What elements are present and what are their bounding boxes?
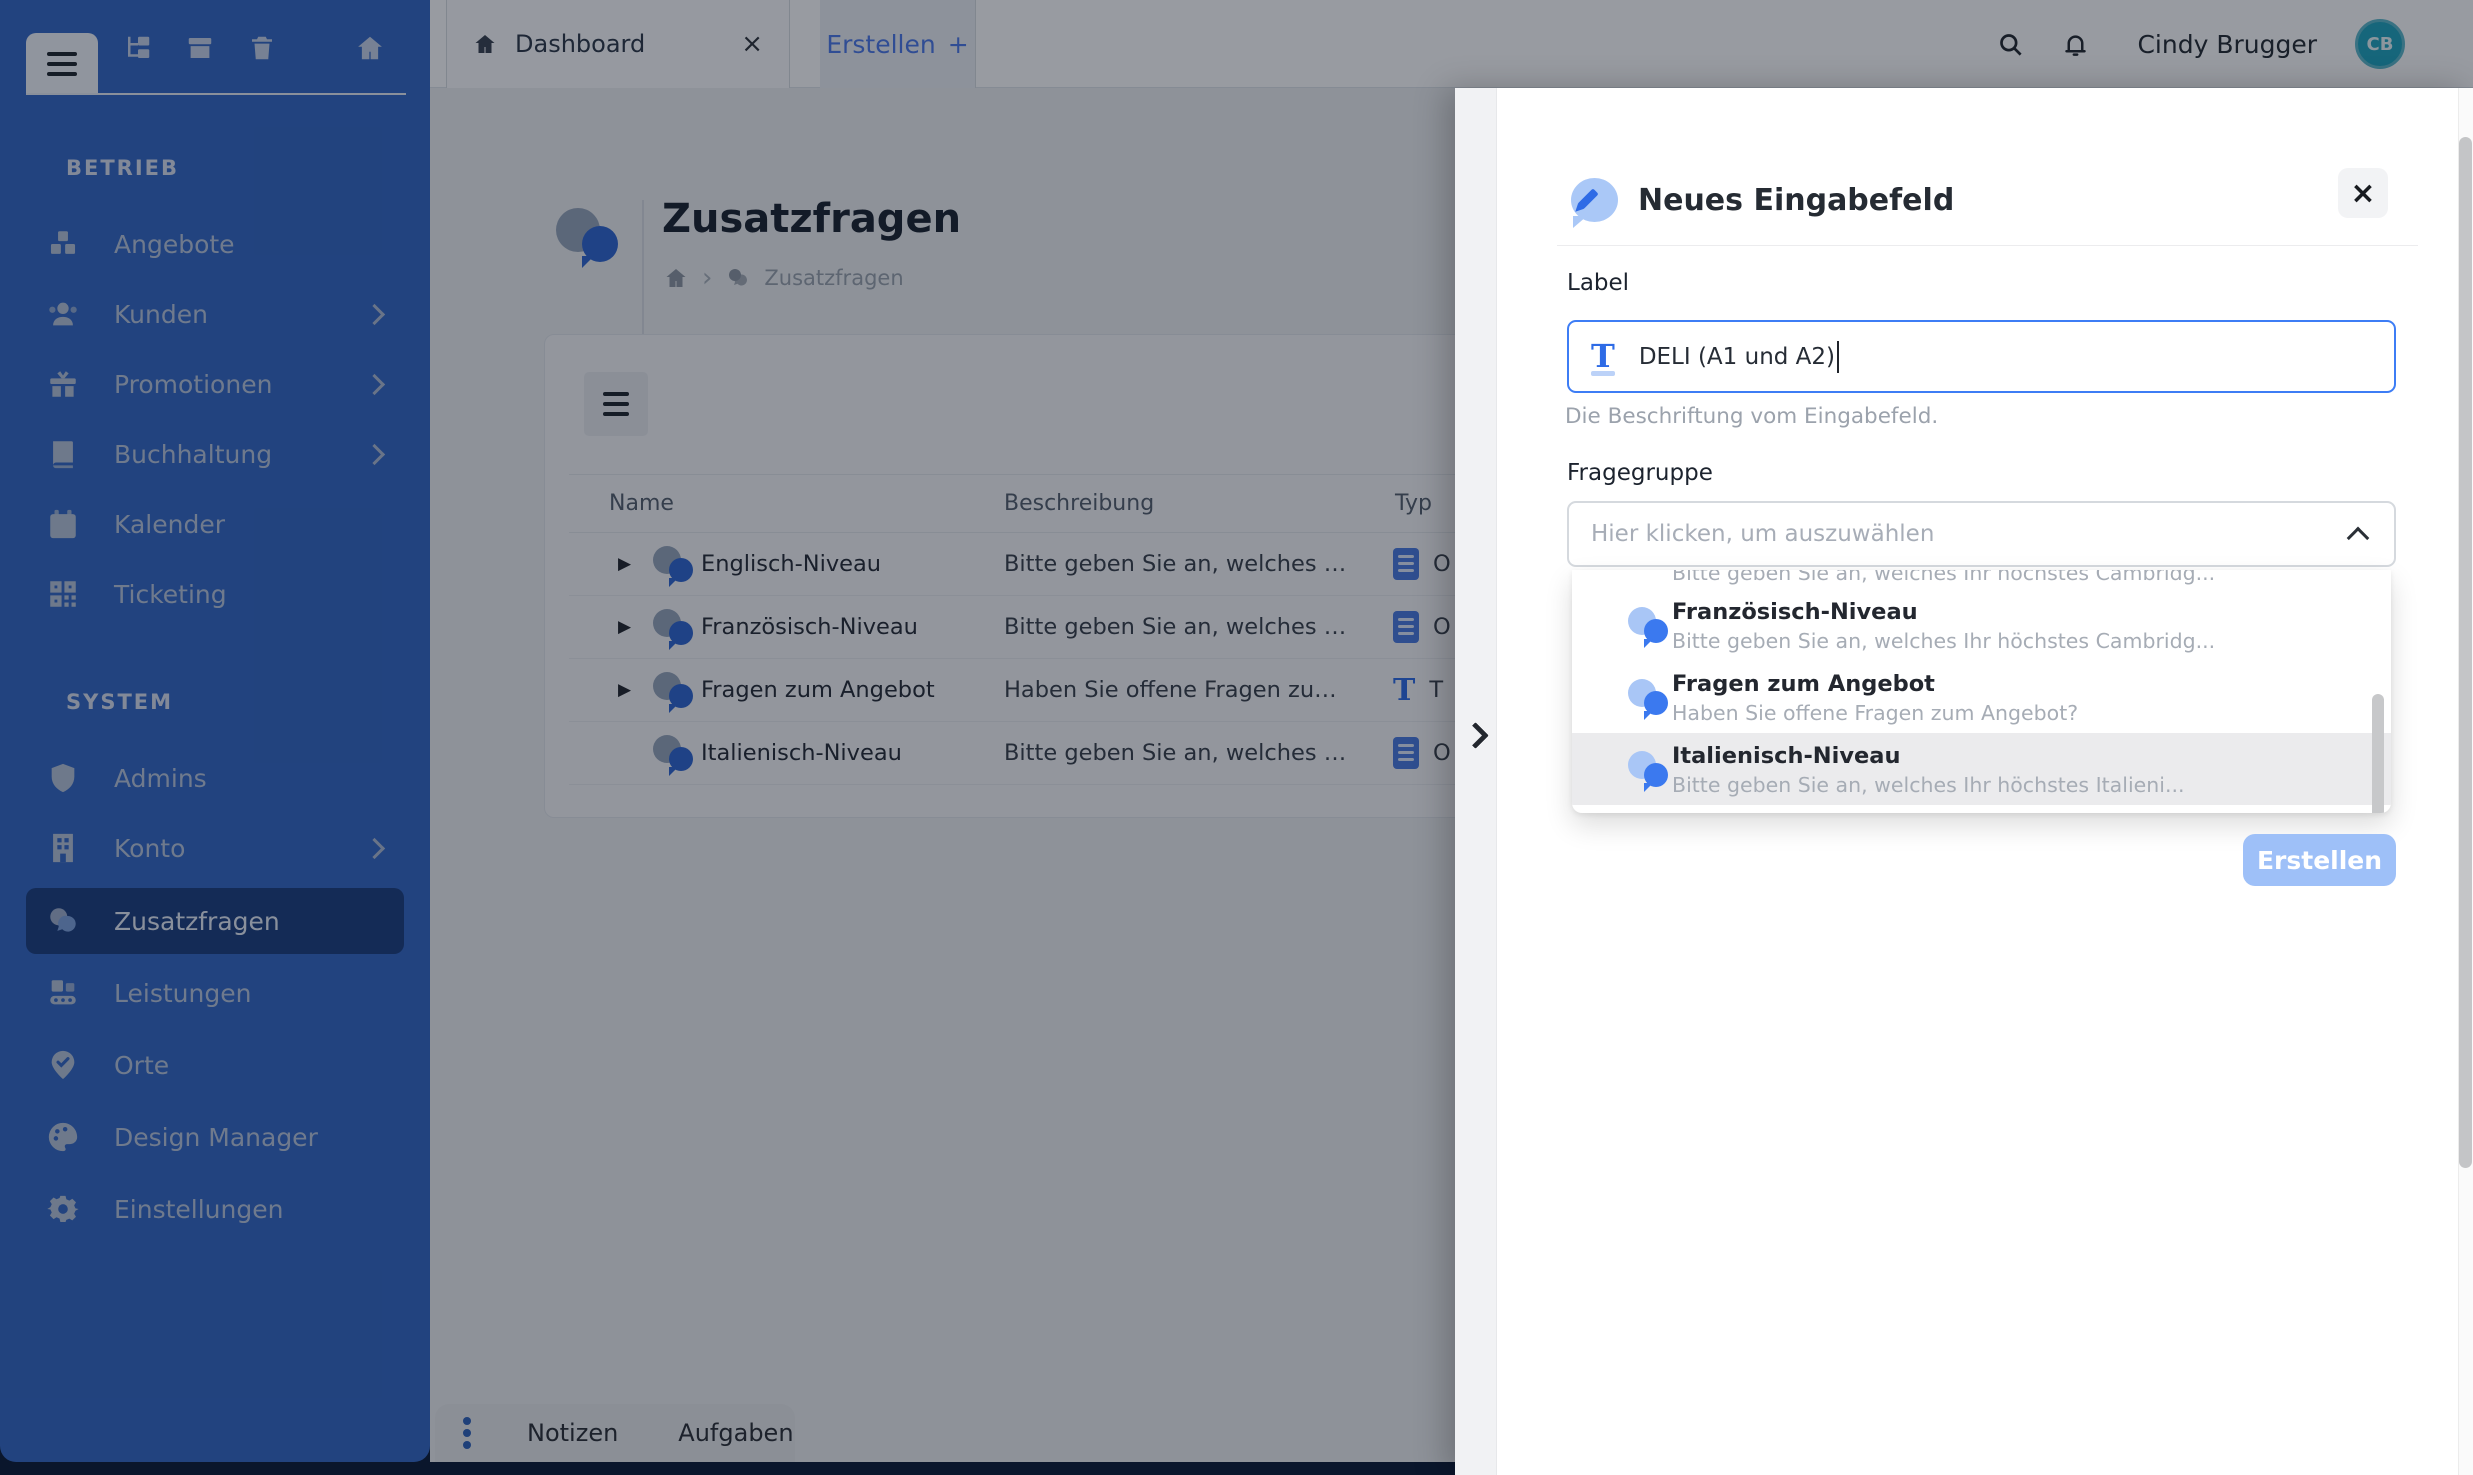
pencil-icon [1577, 188, 1599, 210]
text-type-icon: T [1591, 337, 1615, 375]
create-button[interactable]: Erstellen [2243, 834, 2396, 886]
option-title: Fragen zum Angebot [1672, 671, 1935, 697]
bubble-tail [1573, 216, 1587, 228]
chevron-up-icon [2346, 526, 2370, 550]
option-subtitle: Haben Sie offene Fragen zum Angebot? [1672, 701, 2079, 725]
label-input[interactable]: T DELI (A1 und A2) [1567, 320, 2396, 393]
chat-bubbles-icon [1628, 751, 1672, 792]
drawer-close-button[interactable]: × [2338, 168, 2388, 218]
label-input-value: DELI (A1 und A2) [1638, 343, 1836, 370]
label-helper-text: Die Beschriftung vom Eingabefeld. [1565, 404, 1939, 429]
group-field-label: Fragegruppe [1567, 460, 1713, 486]
group-options-dropdown: Bitte geben Sie an, welches Ihr höchstes… [1572, 570, 2391, 813]
group-select[interactable]: Hier klicken, um auszuwählen [1567, 501, 2396, 567]
chat-bubbles-icon [1628, 679, 1672, 720]
drawer-collapse-button[interactable] [1462, 722, 1489, 749]
option-fragen-zum-angebot[interactable]: Fragen zum Angebot Haben Sie offene Frag… [1572, 661, 2391, 733]
dropdown-scrollbar[interactable] [2372, 694, 2384, 813]
option-subtitle: Bitte geben Sie an, welches Ihr höchstes… [1672, 773, 2185, 797]
option-title: Italienisch-Niveau [1672, 743, 1901, 769]
drawer-gutter [1455, 88, 1497, 1475]
close-icon: × [2350, 175, 2376, 211]
option-italienisch-niveau[interactable]: Italienisch-Niveau Bitte geben Sie an, w… [1572, 733, 2391, 805]
option-title: Französisch-Niveau [1672, 599, 1918, 625]
field-bubble-icon [1571, 178, 1618, 228]
create-field-drawer: Neues Eingabefeld × Label T DELI (A1 und… [1455, 88, 2473, 1475]
chat-bubbles-icon [1628, 607, 1672, 648]
drawer-title: Neues Eingabefeld [1638, 183, 1955, 218]
drawer-divider [1557, 245, 2418, 246]
group-select-placeholder: Hier klicken, um auszuwählen [1591, 521, 1935, 547]
option-subtitle: Bitte geben Sie an, welches Ihr höchstes… [1672, 629, 2216, 653]
chevron-right-icon [1462, 722, 1489, 749]
text-cursor [1837, 340, 1840, 373]
label-field-label: Label [1567, 270, 1630, 296]
option-franzoesisch-niveau[interactable]: Französisch-Niveau Bitte geben Sie an, w… [1572, 589, 2391, 661]
drawer-scrollbar[interactable] [2459, 137, 2472, 1168]
option-subtitle-clipped: Bitte geben Sie an, welches Ihr höchstes… [1672, 570, 2216, 585]
